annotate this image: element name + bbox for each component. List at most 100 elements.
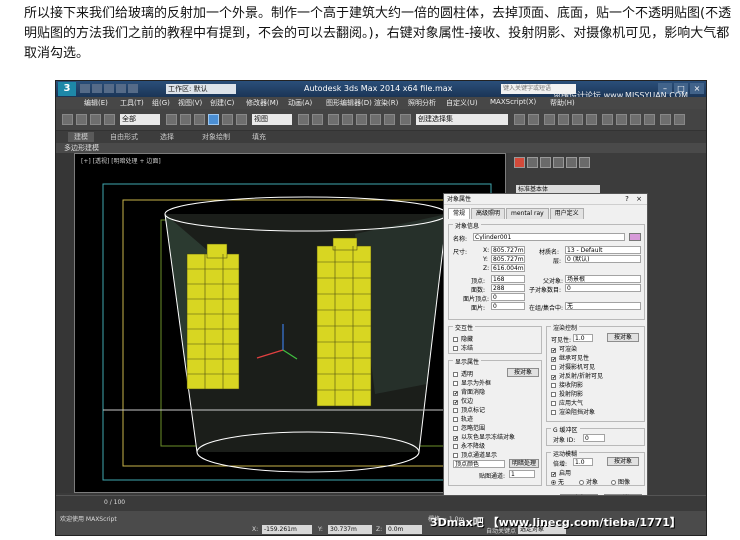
menu-animation[interactable]: 动画(A) — [288, 98, 312, 108]
trajectory-checkbox[interactable]: 轨迹 — [453, 414, 473, 423]
ignore-extents-checkbox[interactable]: 忽略范围 — [453, 423, 485, 432]
freeze-checkbox[interactable]: 冻结 — [453, 343, 473, 352]
select-and-scale-icon[interactable] — [236, 114, 247, 125]
selection-region-icon[interactable] — [194, 114, 205, 125]
ribbon-tab-selection[interactable]: 选择 — [160, 132, 174, 142]
curve-editor-icon[interactable] — [572, 114, 583, 125]
ribbon-tab-object-paint[interactable]: 对象绘制 — [202, 132, 230, 142]
hierarchy-tab-icon[interactable] — [540, 157, 551, 168]
menu-lighting[interactable]: 照明分析 — [408, 98, 436, 108]
inherit-visibility-checkbox[interactable]: 继承可见性 — [551, 353, 589, 362]
redo-icon[interactable] — [128, 84, 138, 93]
motion-tab-icon[interactable] — [553, 157, 564, 168]
pivot-center-icon[interactable] — [298, 114, 309, 125]
angle-snap-icon[interactable] — [356, 114, 367, 125]
layer-manager-icon[interactable] — [544, 114, 555, 125]
select-and-move-icon[interactable] — [208, 114, 219, 125]
rendered-frame-window-icon[interactable] — [630, 114, 641, 125]
render-setup-icon[interactable] — [616, 114, 627, 125]
maxscript-listener[interactable]: 欢迎使用 MAXScript — [60, 514, 117, 523]
vertex-ticks-checkbox[interactable]: 顶点标记 — [453, 405, 485, 414]
blur-by-object-button[interactable]: 按对象 — [607, 457, 639, 466]
vertex-channel-display-checkbox[interactable]: 顶点通道显示 — [453, 450, 497, 459]
display-transparent-checkbox[interactable]: 透明 — [453, 369, 473, 378]
menu-maxscript[interactable]: MAXScript(X) — [490, 98, 536, 106]
menu-views[interactable]: 视图(V) — [178, 98, 202, 108]
ribbon-tab-populate[interactable]: 填充 — [252, 132, 266, 142]
redo-icon[interactable] — [76, 114, 87, 125]
ribbon-tab-modeling[interactable]: 建模 — [68, 132, 94, 142]
coord-y-field[interactable]: 30.737m — [328, 525, 372, 534]
menu-edit[interactable]: 编辑(E) — [84, 98, 108, 108]
ribbon-tab-freeform[interactable]: 自由形式 — [110, 132, 138, 142]
activeshade-icon[interactable] — [674, 114, 685, 125]
vertex-color-dropdown[interactable]: 顶点颜色 — [453, 460, 505, 468]
render-production-icon[interactable] — [644, 114, 655, 125]
reference-coordinate-dropdown[interactable]: 视图 — [252, 114, 292, 125]
edit-named-selection-icon[interactable] — [400, 114, 411, 125]
blur-image-radio[interactable]: 图像 — [611, 477, 630, 486]
align-icon[interactable] — [528, 114, 539, 125]
ribbon-subtab-poly-modeling[interactable]: 多边形建模 — [64, 143, 99, 153]
select-by-name-icon[interactable] — [180, 114, 191, 125]
material-editor-icon[interactable] — [602, 114, 613, 125]
help-icon[interactable]: ? — [623, 195, 631, 203]
menu-rendering[interactable]: 渲染(R) — [374, 98, 398, 108]
render-by-object-button[interactable]: 按对象 — [607, 333, 639, 342]
menu-tools[interactable]: 工具(T) — [120, 98, 144, 108]
visible-to-reflection-checkbox[interactable]: 对反射/折射可见 — [551, 371, 603, 380]
tab-user-defined[interactable]: 用户定义 — [549, 208, 584, 219]
utilities-tab-icon[interactable] — [579, 157, 590, 168]
spinner-snap-icon[interactable] — [384, 114, 395, 125]
blur-none-radio[interactable]: 无 — [551, 477, 564, 486]
multiplier-field[interactable]: 1.0 — [573, 458, 593, 466]
display-tab-icon[interactable] — [566, 157, 577, 168]
selection-filter-dropdown[interactable]: 全部 — [120, 114, 160, 125]
object-color-swatch[interactable] — [629, 233, 641, 241]
manipulate-icon[interactable] — [312, 114, 323, 125]
schematic-view-icon[interactable] — [586, 114, 597, 125]
show-frozen-gray-checkbox[interactable]: 以灰色显示冻结对象 — [453, 432, 515, 441]
visible-to-camera-checkbox[interactable]: 对摄影机可见 — [551, 362, 595, 371]
time-slider[interactable]: 0 / 100 — [56, 495, 706, 511]
visibility-field[interactable]: 1.0 — [573, 334, 593, 342]
menu-group[interactable]: 组(G) — [152, 98, 170, 108]
perspective-viewport[interactable]: [+] [透视] [明暗处理 + 边面] — [74, 153, 506, 493]
render-occluded-checkbox[interactable]: 渲染阻挡对象 — [551, 407, 595, 416]
create-tab-icon[interactable] — [514, 157, 525, 168]
menu-graph-editors[interactable]: 图形编辑器(D) — [326, 98, 372, 108]
renderable-checkbox[interactable]: 可渲染 — [551, 344, 577, 353]
tab-mental-ray[interactable]: mental ray — [506, 208, 549, 219]
object-name-field[interactable]: Cylinder001 — [473, 233, 625, 241]
select-and-rotate-icon[interactable] — [222, 114, 233, 125]
apply-atmospherics-checkbox[interactable]: 应用大气 — [551, 398, 583, 407]
hide-checkbox[interactable]: 隐藏 — [453, 334, 473, 343]
tab-general[interactable]: 常规 — [448, 208, 471, 219]
cast-shadows-checkbox[interactable]: 投射阴影 — [551, 389, 583, 398]
menu-create[interactable]: 创建(C) — [210, 98, 234, 108]
tab-advanced-lighting[interactable]: 高级照明 — [471, 208, 506, 219]
display-as-box-checkbox[interactable]: 显示为外框 — [453, 378, 491, 387]
save-file-icon[interactable] — [104, 84, 114, 93]
object-id-field[interactable]: 0 — [583, 434, 605, 442]
close-icon[interactable]: × — [635, 195, 643, 203]
menu-modifiers[interactable]: 修改器(M) — [246, 98, 279, 108]
edges-only-checkbox[interactable]: 仅边 — [453, 396, 473, 405]
undo-icon[interactable] — [116, 84, 126, 93]
named-selection-dropdown[interactable]: 创建选择集 — [416, 114, 508, 125]
display-by-object-button[interactable]: 按对象 — [507, 368, 539, 377]
graphite-toggle-icon[interactable] — [558, 114, 569, 125]
mirror-icon[interactable] — [514, 114, 525, 125]
receive-shadows-checkbox[interactable]: 接收阴影 — [551, 380, 583, 389]
new-file-icon[interactable] — [80, 84, 90, 93]
close-icon[interactable]: × — [690, 83, 704, 94]
snap-toggle-icon[interactable] — [342, 114, 353, 125]
app-logo-icon[interactable]: 3 — [58, 82, 76, 96]
workspace-dropdown[interactable]: 工作区: 默认 — [166, 84, 236, 94]
shaded-button[interactable]: 明暗处理 — [509, 459, 539, 468]
undo-icon[interactable] — [62, 114, 73, 125]
render-iterative-icon[interactable] — [660, 114, 671, 125]
open-file-icon[interactable] — [92, 84, 102, 93]
keyboard-shortcut-icon[interactable] — [328, 114, 339, 125]
percent-snap-icon[interactable] — [370, 114, 381, 125]
